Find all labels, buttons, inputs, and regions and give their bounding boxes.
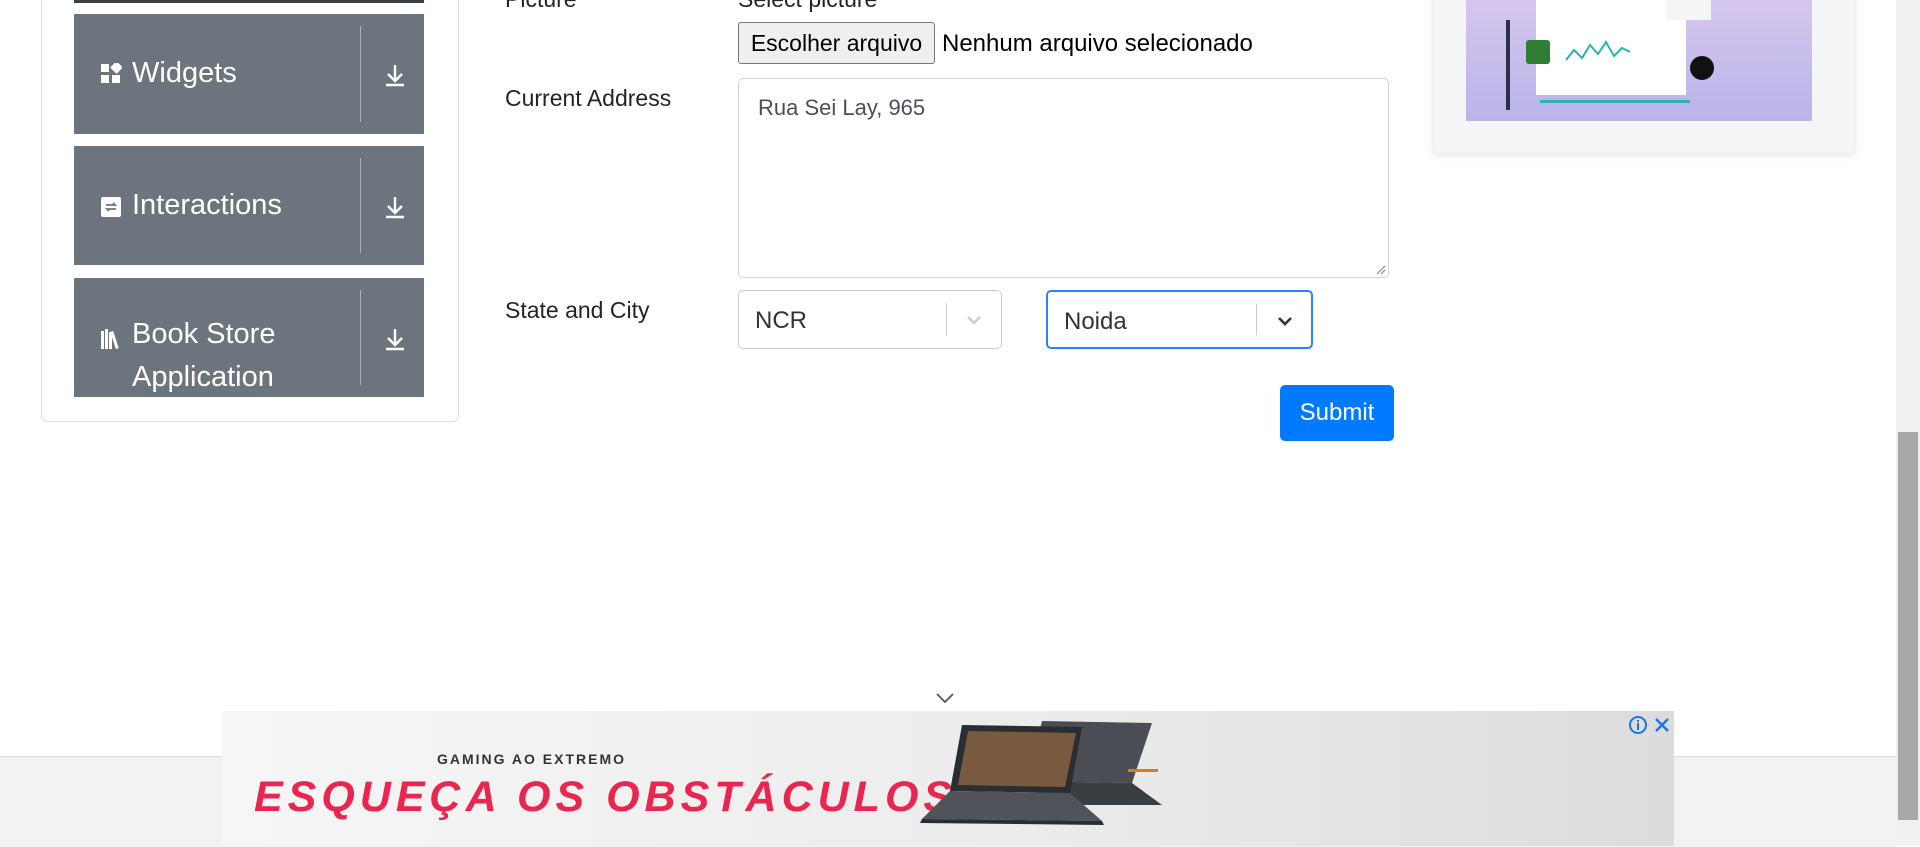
dashboard-illustration-icon bbox=[1506, 0, 1714, 110]
menu-divider bbox=[360, 158, 361, 253]
file-status-text: Nenhum arquivo selecionado bbox=[942, 30, 1253, 57]
menu-group-label: Book Store bbox=[132, 318, 276, 350]
menu-group-book-store[interactable]: Book Store Application bbox=[74, 278, 424, 397]
menu-divider bbox=[360, 290, 361, 385]
submit-button[interactable]: Submit bbox=[1280, 385, 1394, 441]
ad-banner[interactable]: GAMING AO EXTREMO ESQUEÇA OS OBSTÁCULOS bbox=[222, 711, 1674, 846]
select-separator bbox=[946, 303, 947, 336]
menu-group-label: Interactions bbox=[132, 189, 282, 221]
bookstore-icon bbox=[101, 329, 119, 350]
interactions-icon bbox=[101, 197, 121, 217]
menu-divider bbox=[360, 26, 361, 122]
ad-collapse-chevron-icon[interactable] bbox=[934, 690, 956, 706]
city-select[interactable]: Noida bbox=[1046, 290, 1313, 349]
state-city-label: State and City bbox=[505, 297, 650, 323]
chevron-down-icon[interactable] bbox=[1275, 311, 1295, 331]
ad-headline: ESQUEÇA OS OBSTÁCULOS bbox=[254, 773, 958, 821]
download-arrow-icon[interactable] bbox=[380, 60, 410, 90]
state-select-value: NCR bbox=[755, 307, 807, 334]
current-address-label: Current Address bbox=[505, 85, 672, 111]
menu-group-interactions[interactable]: Interactions bbox=[74, 146, 424, 265]
menu-group-previous-edge bbox=[74, 0, 424, 3]
promo-image[interactable] bbox=[1434, 0, 1854, 153]
choose-file-button[interactable]: Escolher arquivo bbox=[738, 22, 935, 64]
close-icon[interactable] bbox=[1652, 715, 1672, 735]
picture-label: Picture bbox=[505, 0, 577, 13]
menu-group-label: Widgets bbox=[132, 57, 237, 89]
state-select[interactable]: NCR bbox=[738, 290, 1002, 349]
info-icon[interactable] bbox=[1628, 715, 1648, 735]
promo-image-illustration bbox=[1466, 0, 1812, 121]
download-arrow-icon[interactable] bbox=[380, 324, 410, 354]
download-arrow-icon[interactable] bbox=[380, 192, 410, 222]
menu-group-widgets[interactable]: Widgets bbox=[74, 14, 424, 134]
ad-kicker: GAMING AO EXTREMO bbox=[437, 751, 627, 767]
current-address-value: Rua Sei Lay, 965 bbox=[758, 95, 926, 120]
menu-group-label-line2: Application bbox=[132, 361, 274, 393]
laptops-icon bbox=[920, 721, 1162, 825]
scrollbar-thumb[interactable] bbox=[1898, 432, 1918, 820]
select-separator bbox=[1256, 304, 1257, 335]
chevron-down-icon[interactable] bbox=[964, 310, 984, 330]
widgets-icon bbox=[101, 63, 122, 83]
city-select-value: Noida bbox=[1064, 308, 1127, 335]
resize-grip-icon[interactable] bbox=[1374, 263, 1386, 275]
current-address-textarea[interactable]: Rua Sei Lay, 965 bbox=[738, 78, 1389, 278]
select-picture-hint: Select picture bbox=[738, 0, 877, 13]
